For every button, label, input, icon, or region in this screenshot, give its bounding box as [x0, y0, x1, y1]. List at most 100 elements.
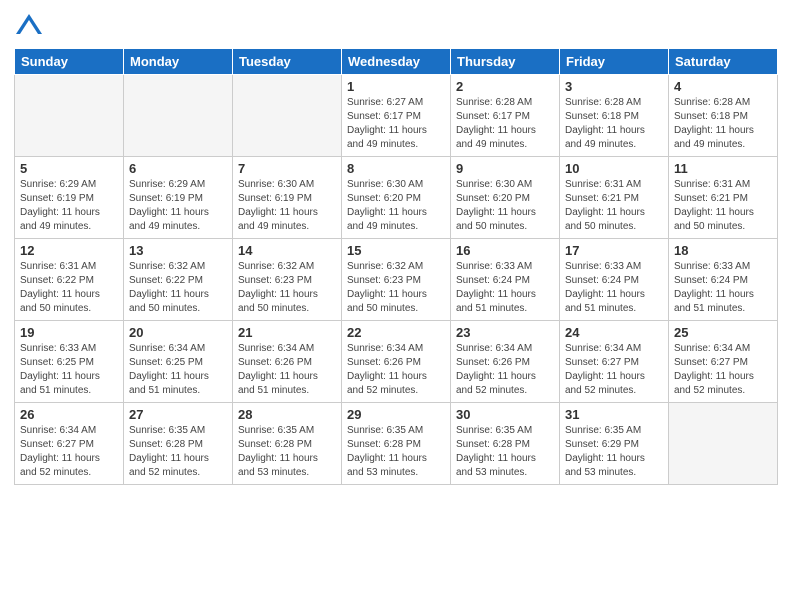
day-info: Sunrise: 6:35 AM Sunset: 6:28 PM Dayligh… — [129, 424, 227, 480]
calendar-cell: 1 Sunrise: 6:27 AM Sunset: 6:17 PM Daylig… — [342, 75, 451, 157]
calendar-cell: 10Sunrise: 6:31 AM Sunset: 6:21 PM Dayli… — [560, 157, 669, 239]
weekday-header-tuesday: Tuesday — [233, 49, 342, 75]
day-number: 22 — [347, 325, 445, 340]
calendar-cell: 8Sunrise: 6:30 AM Sunset: 6:20 PM Daylig… — [342, 157, 451, 239]
day-number: 3 — [565, 79, 663, 94]
logo — [14, 10, 48, 40]
calendar-cell: 7 Sunrise: 6:30 AM Sunset: 6:19 PM Daylig… — [233, 157, 342, 239]
calendar-cell — [15, 75, 124, 157]
day-number: 21 — [238, 325, 336, 340]
logo-icon — [14, 10, 44, 40]
calendar-cell: 31 Sunrise: 6:35 AM Sunset: 6:29 PM Dayli… — [560, 403, 669, 485]
day-info: Sunrise: 6:34 AM Sunset: 6:26 PM Dayligh… — [456, 342, 554, 398]
weekday-header-friday: Friday — [560, 49, 669, 75]
day-number: 16 — [456, 243, 554, 258]
calendar-cell: 24 Sunrise: 6:34 AM Sunset: 6:27 PM Dayli… — [560, 321, 669, 403]
day-number: 6 — [129, 161, 227, 176]
calendar-cell: 19Sunrise: 6:33 AM Sunset: 6:25 PM Dayli… — [15, 321, 124, 403]
page: SundayMondayTuesdayWednesdayThursdayFrid… — [0, 0, 792, 612]
day-number: 7 — [238, 161, 336, 176]
day-info: Sunrise: 6:35 AM Sunset: 6:28 PM Dayligh… — [456, 424, 554, 480]
day-info: Sunrise: 6:35 AM Sunset: 6:28 PM Dayligh… — [238, 424, 336, 480]
day-number: 12 — [20, 243, 118, 258]
day-number: 31 — [565, 407, 663, 422]
day-number: 29 — [347, 407, 445, 422]
calendar-cell: 6 Sunrise: 6:29 AM Sunset: 6:19 PM Daylig… — [124, 157, 233, 239]
weekday-header-thursday: Thursday — [451, 49, 560, 75]
calendar-cell: 28 Sunrise: 6:35 AM Sunset: 6:28 PM Dayli… — [233, 403, 342, 485]
calendar-cell: 26 Sunrise: 6:34 AM Sunset: 6:27 PM Dayli… — [15, 403, 124, 485]
calendar-cell — [124, 75, 233, 157]
day-number: 9 — [456, 161, 554, 176]
calendar-cell: 12 Sunrise: 6:31 AM Sunset: 6:22 PM Dayli… — [15, 239, 124, 321]
calendar-cell: 16 Sunrise: 6:33 AM Sunset: 6:24 PM Dayli… — [451, 239, 560, 321]
day-info: Sunrise: 6:27 AM Sunset: 6:17 PM Dayligh… — [347, 96, 445, 152]
day-info: Sunrise: 6:32 AM Sunset: 6:23 PM Dayligh… — [347, 260, 445, 316]
day-info: Sunrise: 6:34 AM Sunset: 6:27 PM Dayligh… — [20, 424, 118, 480]
calendar-cell: 14 Sunrise: 6:32 AM Sunset: 6:23 PM Dayli… — [233, 239, 342, 321]
day-number: 24 — [565, 325, 663, 340]
day-number: 4 — [674, 79, 772, 94]
calendar-week-2: 5Sunrise: 6:29 AM Sunset: 6:19 PM Daylig… — [15, 157, 778, 239]
day-number: 20 — [129, 325, 227, 340]
header — [14, 10, 778, 40]
day-number: 26 — [20, 407, 118, 422]
calendar-cell: 17 Sunrise: 6:33 AM Sunset: 6:24 PM Dayli… — [560, 239, 669, 321]
day-info: Sunrise: 6:31 AM Sunset: 6:21 PM Dayligh… — [674, 178, 772, 234]
calendar-cell: 22 Sunrise: 6:34 AM Sunset: 6:26 PM Dayli… — [342, 321, 451, 403]
calendar-cell: 20Sunrise: 6:34 AM Sunset: 6:25 PM Dayli… — [124, 321, 233, 403]
day-number: 23 — [456, 325, 554, 340]
day-number: 1 — [347, 79, 445, 94]
day-info: Sunrise: 6:33 AM Sunset: 6:24 PM Dayligh… — [565, 260, 663, 316]
calendar-week-5: 26 Sunrise: 6:34 AM Sunset: 6:27 PM Dayli… — [15, 403, 778, 485]
day-info: Sunrise: 6:29 AM Sunset: 6:19 PM Dayligh… — [129, 178, 227, 234]
calendar-cell: 11Sunrise: 6:31 AM Sunset: 6:21 PM Dayli… — [669, 157, 778, 239]
day-number: 2 — [456, 79, 554, 94]
day-number: 13 — [129, 243, 227, 258]
day-info: Sunrise: 6:34 AM Sunset: 6:26 PM Dayligh… — [238, 342, 336, 398]
calendar-cell — [669, 403, 778, 485]
calendar-cell: 13 Sunrise: 6:32 AM Sunset: 6:22 PM Dayli… — [124, 239, 233, 321]
day-number: 14 — [238, 243, 336, 258]
day-info: Sunrise: 6:34 AM Sunset: 6:27 PM Dayligh… — [565, 342, 663, 398]
calendar-cell: 4Sunrise: 6:28 AM Sunset: 6:18 PM Daylig… — [669, 75, 778, 157]
day-info: Sunrise: 6:28 AM Sunset: 6:18 PM Dayligh… — [565, 96, 663, 152]
day-info: Sunrise: 6:35 AM Sunset: 6:28 PM Dayligh… — [347, 424, 445, 480]
day-number: 30 — [456, 407, 554, 422]
calendar-cell: 2 Sunrise: 6:28 AM Sunset: 6:17 PM Daylig… — [451, 75, 560, 157]
day-number: 18 — [674, 243, 772, 258]
calendar-cell: 18Sunrise: 6:33 AM Sunset: 6:24 PM Dayli… — [669, 239, 778, 321]
calendar-cell: 30 Sunrise: 6:35 AM Sunset: 6:28 PM Dayli… — [451, 403, 560, 485]
calendar-cell: 5Sunrise: 6:29 AM Sunset: 6:19 PM Daylig… — [15, 157, 124, 239]
day-info: Sunrise: 6:34 AM Sunset: 6:26 PM Dayligh… — [347, 342, 445, 398]
calendar-week-1: 1 Sunrise: 6:27 AM Sunset: 6:17 PM Daylig… — [15, 75, 778, 157]
calendar-cell: 21 Sunrise: 6:34 AM Sunset: 6:26 PM Dayli… — [233, 321, 342, 403]
day-info: Sunrise: 6:34 AM Sunset: 6:27 PM Dayligh… — [674, 342, 772, 398]
day-info: Sunrise: 6:33 AM Sunset: 6:25 PM Dayligh… — [20, 342, 118, 398]
day-info: Sunrise: 6:29 AM Sunset: 6:19 PM Dayligh… — [20, 178, 118, 234]
calendar-week-4: 19Sunrise: 6:33 AM Sunset: 6:25 PM Dayli… — [15, 321, 778, 403]
day-info: Sunrise: 6:30 AM Sunset: 6:20 PM Dayligh… — [456, 178, 554, 234]
day-info: Sunrise: 6:28 AM Sunset: 6:17 PM Dayligh… — [456, 96, 554, 152]
weekday-header-saturday: Saturday — [669, 49, 778, 75]
day-number: 28 — [238, 407, 336, 422]
calendar-header-row: SundayMondayTuesdayWednesdayThursdayFrid… — [15, 49, 778, 75]
weekday-header-wednesday: Wednesday — [342, 49, 451, 75]
calendar-week-3: 12 Sunrise: 6:31 AM Sunset: 6:22 PM Dayli… — [15, 239, 778, 321]
calendar-cell: 29 Sunrise: 6:35 AM Sunset: 6:28 PM Dayli… — [342, 403, 451, 485]
day-info: Sunrise: 6:35 AM Sunset: 6:29 PM Dayligh… — [565, 424, 663, 480]
day-info: Sunrise: 6:32 AM Sunset: 6:22 PM Dayligh… — [129, 260, 227, 316]
day-number: 15 — [347, 243, 445, 258]
day-number: 10 — [565, 161, 663, 176]
weekday-header-monday: Monday — [124, 49, 233, 75]
day-info: Sunrise: 6:32 AM Sunset: 6:23 PM Dayligh… — [238, 260, 336, 316]
calendar-cell: 27Sunrise: 6:35 AM Sunset: 6:28 PM Dayli… — [124, 403, 233, 485]
day-info: Sunrise: 6:30 AM Sunset: 6:19 PM Dayligh… — [238, 178, 336, 234]
calendar-table: SundayMondayTuesdayWednesdayThursdayFrid… — [14, 48, 778, 485]
calendar-cell: 23 Sunrise: 6:34 AM Sunset: 6:26 PM Dayli… — [451, 321, 560, 403]
calendar-cell: 3 Sunrise: 6:28 AM Sunset: 6:18 PM Daylig… — [560, 75, 669, 157]
day-info: Sunrise: 6:31 AM Sunset: 6:22 PM Dayligh… — [20, 260, 118, 316]
day-info: Sunrise: 6:33 AM Sunset: 6:24 PM Dayligh… — [456, 260, 554, 316]
calendar-cell: 9 Sunrise: 6:30 AM Sunset: 6:20 PM Daylig… — [451, 157, 560, 239]
day-number: 17 — [565, 243, 663, 258]
